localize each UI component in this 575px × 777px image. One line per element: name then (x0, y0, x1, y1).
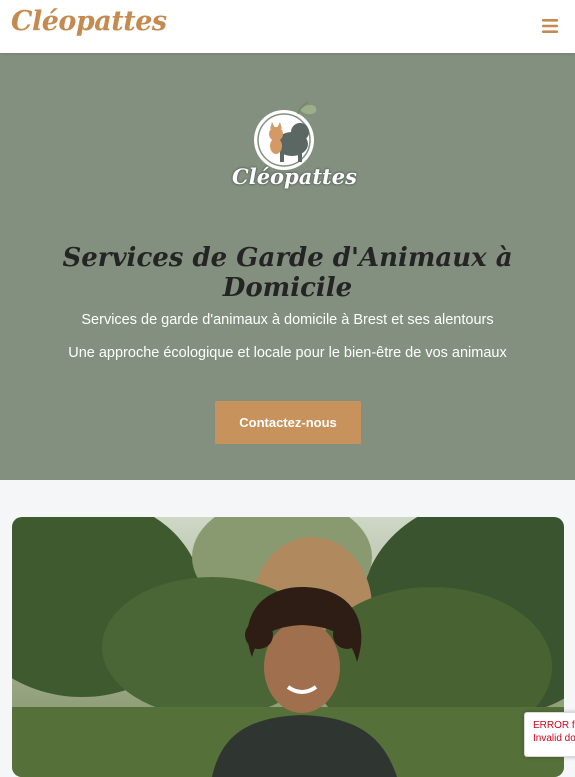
cat-dog-logo-icon: Cléopattes (232, 96, 357, 196)
logo-wordmark: Cléopattes (232, 164, 357, 189)
recaptcha-error-badge[interactable]: ERROR fo Invalid do (524, 712, 575, 757)
top-navbar: Cléopattes (0, 0, 575, 53)
recaptcha-error-line-1: ERROR fo (533, 720, 575, 731)
hero-subtitle-location: Services de garde d'animaux à domicile à… (81, 312, 494, 328)
hero-section: Cléopattes Services de Garde d'Animaux à… (0, 53, 575, 480)
page-title: Services de Garde d'Animaux à Domicile (62, 243, 513, 303)
brand-logo-link[interactable]: Cléopattes (11, 6, 167, 37)
contact-button[interactable]: Contactez-nous (215, 401, 361, 444)
recaptcha-error-line-2: Invalid do (533, 733, 575, 744)
hamburger-menu-icon[interactable] (538, 14, 562, 38)
hero-subtitle-approach: Une approche écologique et locale pour l… (68, 345, 507, 361)
pet-sitter-portrait-photo (12, 517, 564, 777)
